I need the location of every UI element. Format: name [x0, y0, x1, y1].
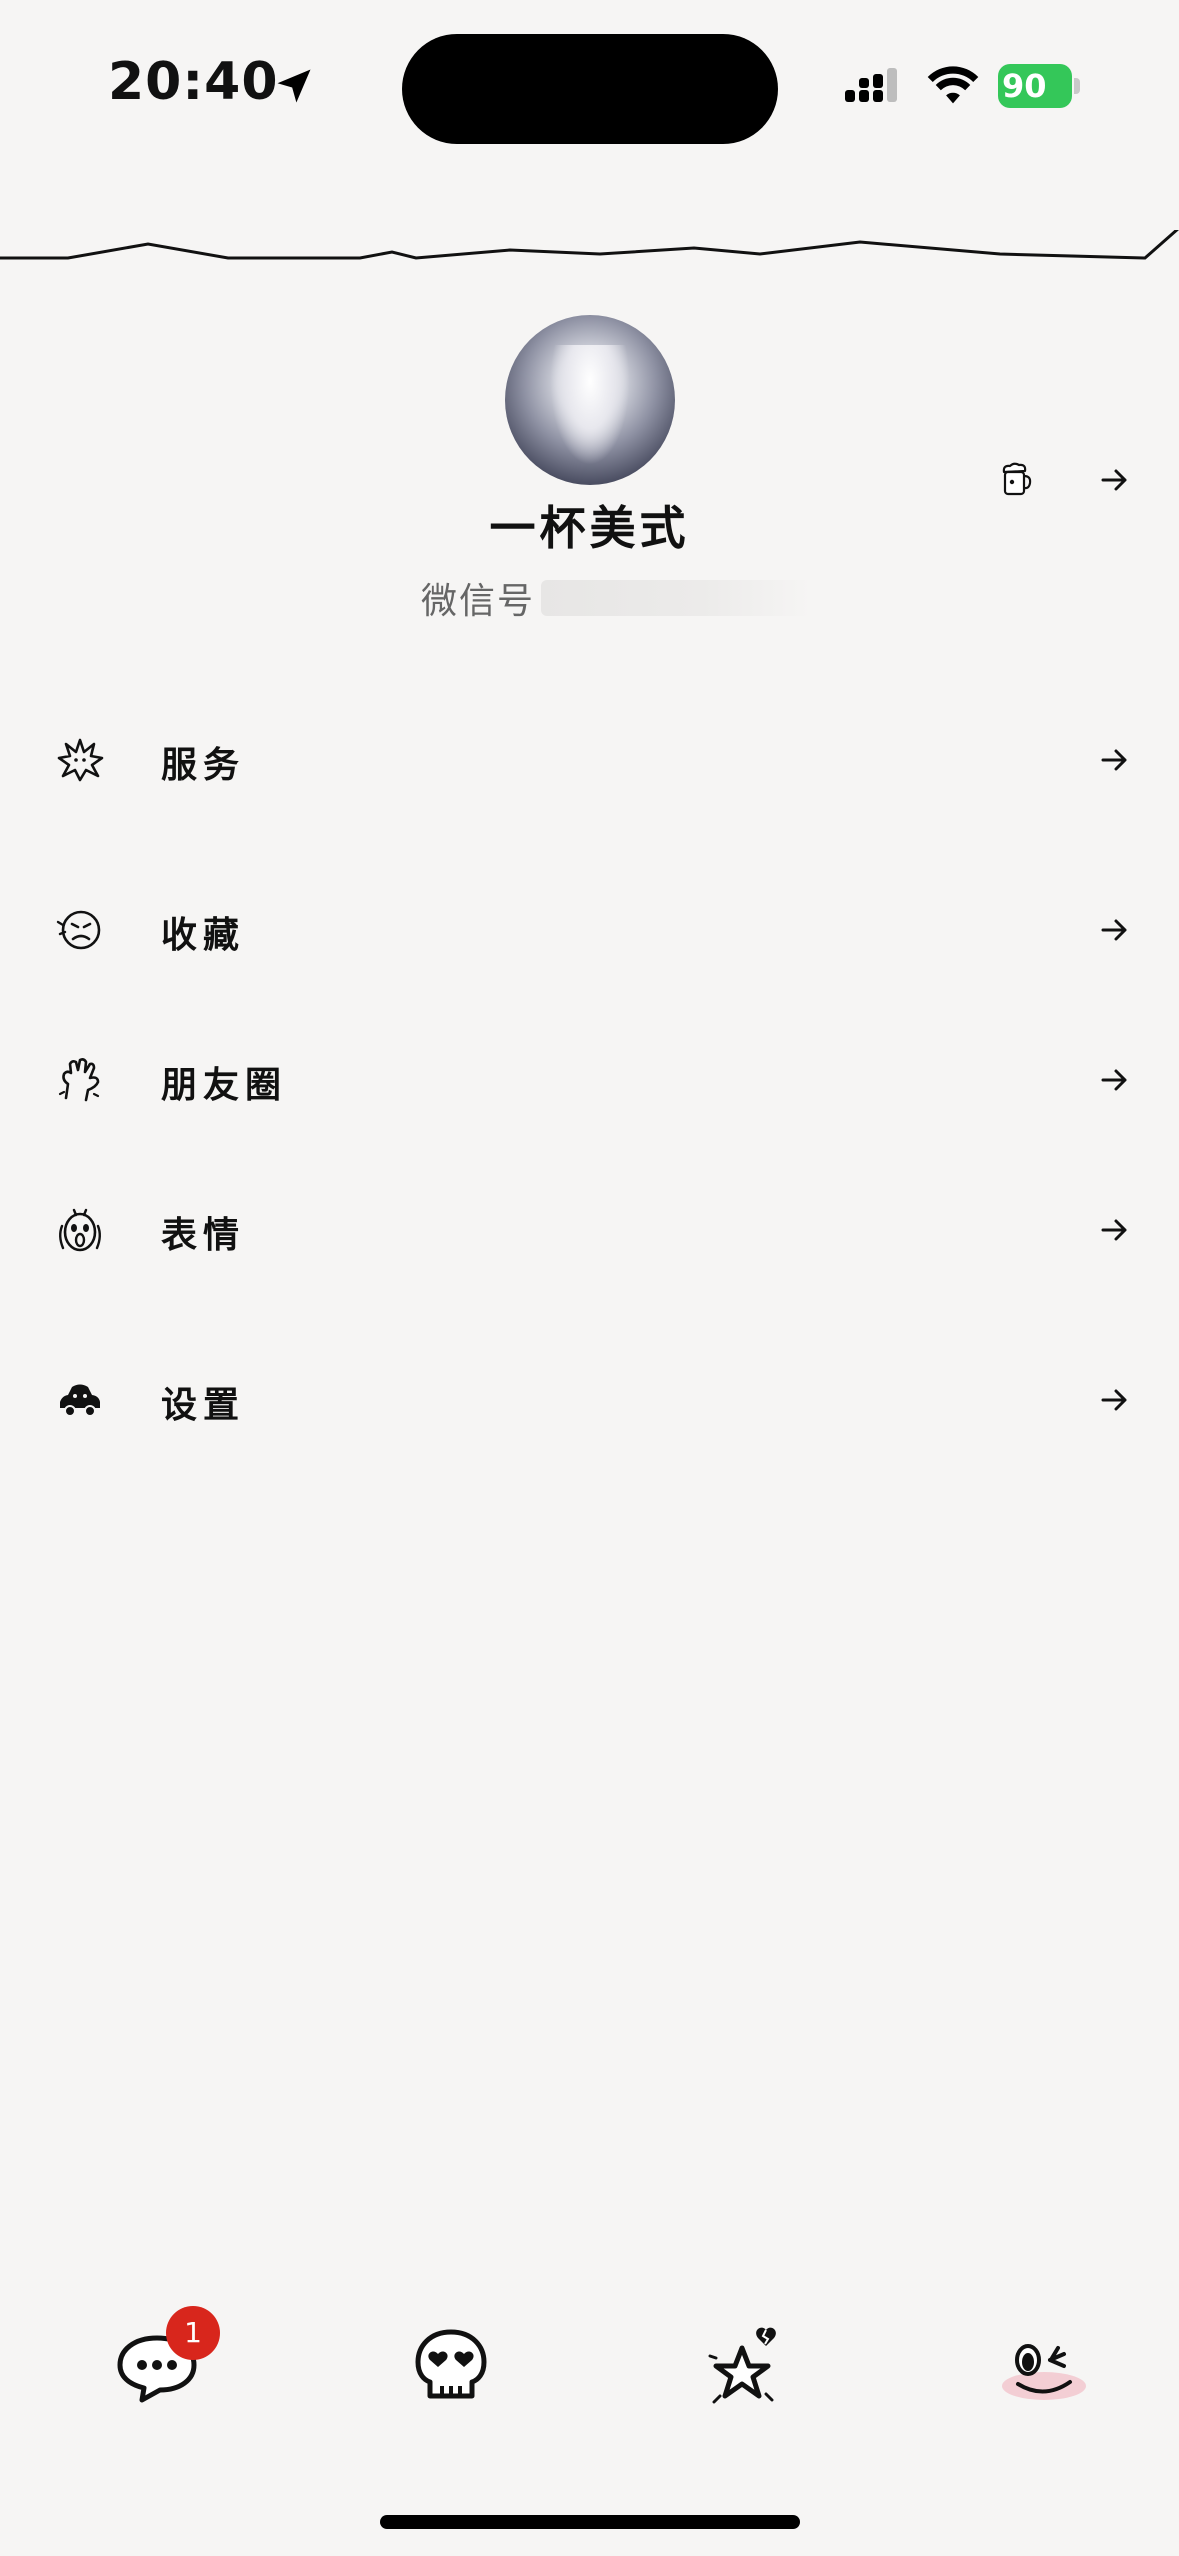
cellular-signal-icon — [845, 68, 897, 102]
wifi-icon — [927, 66, 979, 104]
star-broken-heart-icon[interactable] — [702, 2320, 792, 2410]
arrow-right-icon — [1101, 1069, 1127, 1091]
screaming-face-icon — [59, 1208, 101, 1252]
location-arrow-icon — [277, 69, 311, 103]
menu-item-settings[interactable]: 设置 — [0, 1354, 1179, 1444]
wechat-id-label: 微信号 — [421, 581, 536, 622]
hand-icon — [58, 1058, 100, 1102]
sparkle-burst-icon — [57, 738, 104, 782]
profile-arrow-right-icon[interactable] — [1095, 460, 1135, 500]
home-indicator[interactable] — [380, 2515, 800, 2529]
profile-nickname: 一杯美式 — [489, 501, 690, 555]
menu-item-label: 设置 — [161, 1385, 246, 1426]
unread-badge: 1 — [166, 2306, 220, 2360]
wechat-id-value-blurred — [541, 580, 812, 616]
battery-body: 90 — [998, 64, 1072, 108]
menu-item-services[interactable]: 服务 — [0, 714, 1179, 804]
menu-item-label: 表情 — [161, 1215, 246, 1256]
arrow-right-icon — [1101, 1219, 1127, 1241]
angry-face-icon — [56, 910, 101, 950]
arrow-right-icon — [1101, 919, 1127, 941]
dynamic-island — [402, 34, 778, 144]
status-time: 20:40 — [108, 52, 279, 112]
battery-cap — [1074, 78, 1080, 94]
menu-item-moments[interactable]: 朋友圈 — [0, 1034, 1179, 1124]
menu-item-label: 服务 — [161, 745, 246, 786]
winking-face-icon[interactable] — [996, 2320, 1092, 2410]
menu-item-stickers[interactable]: 表情 — [0, 1184, 1179, 1274]
battery-level: 90 — [1002, 67, 1047, 105]
beer-mug-status-icon[interactable] — [995, 460, 1035, 500]
menu-item-label: 朋友圈 — [161, 1065, 288, 1106]
menu-item-favorites[interactable]: 收藏 — [0, 884, 1179, 974]
header-divider — [0, 230, 1179, 260]
arrow-right-icon — [1101, 1389, 1127, 1411]
menu-item-label: 收藏 — [161, 915, 246, 956]
status-bar: 20:40 90 — [0, 0, 1179, 170]
arrow-right-icon — [1101, 749, 1127, 771]
wechat-id-row[interactable]: 微信号 — [421, 572, 812, 622]
skull-heart-eyes-icon[interactable] — [406, 2320, 496, 2410]
battery-indicator: 90 — [998, 64, 1082, 108]
car-icon — [60, 1384, 100, 1417]
avatar[interactable] — [505, 315, 675, 485]
